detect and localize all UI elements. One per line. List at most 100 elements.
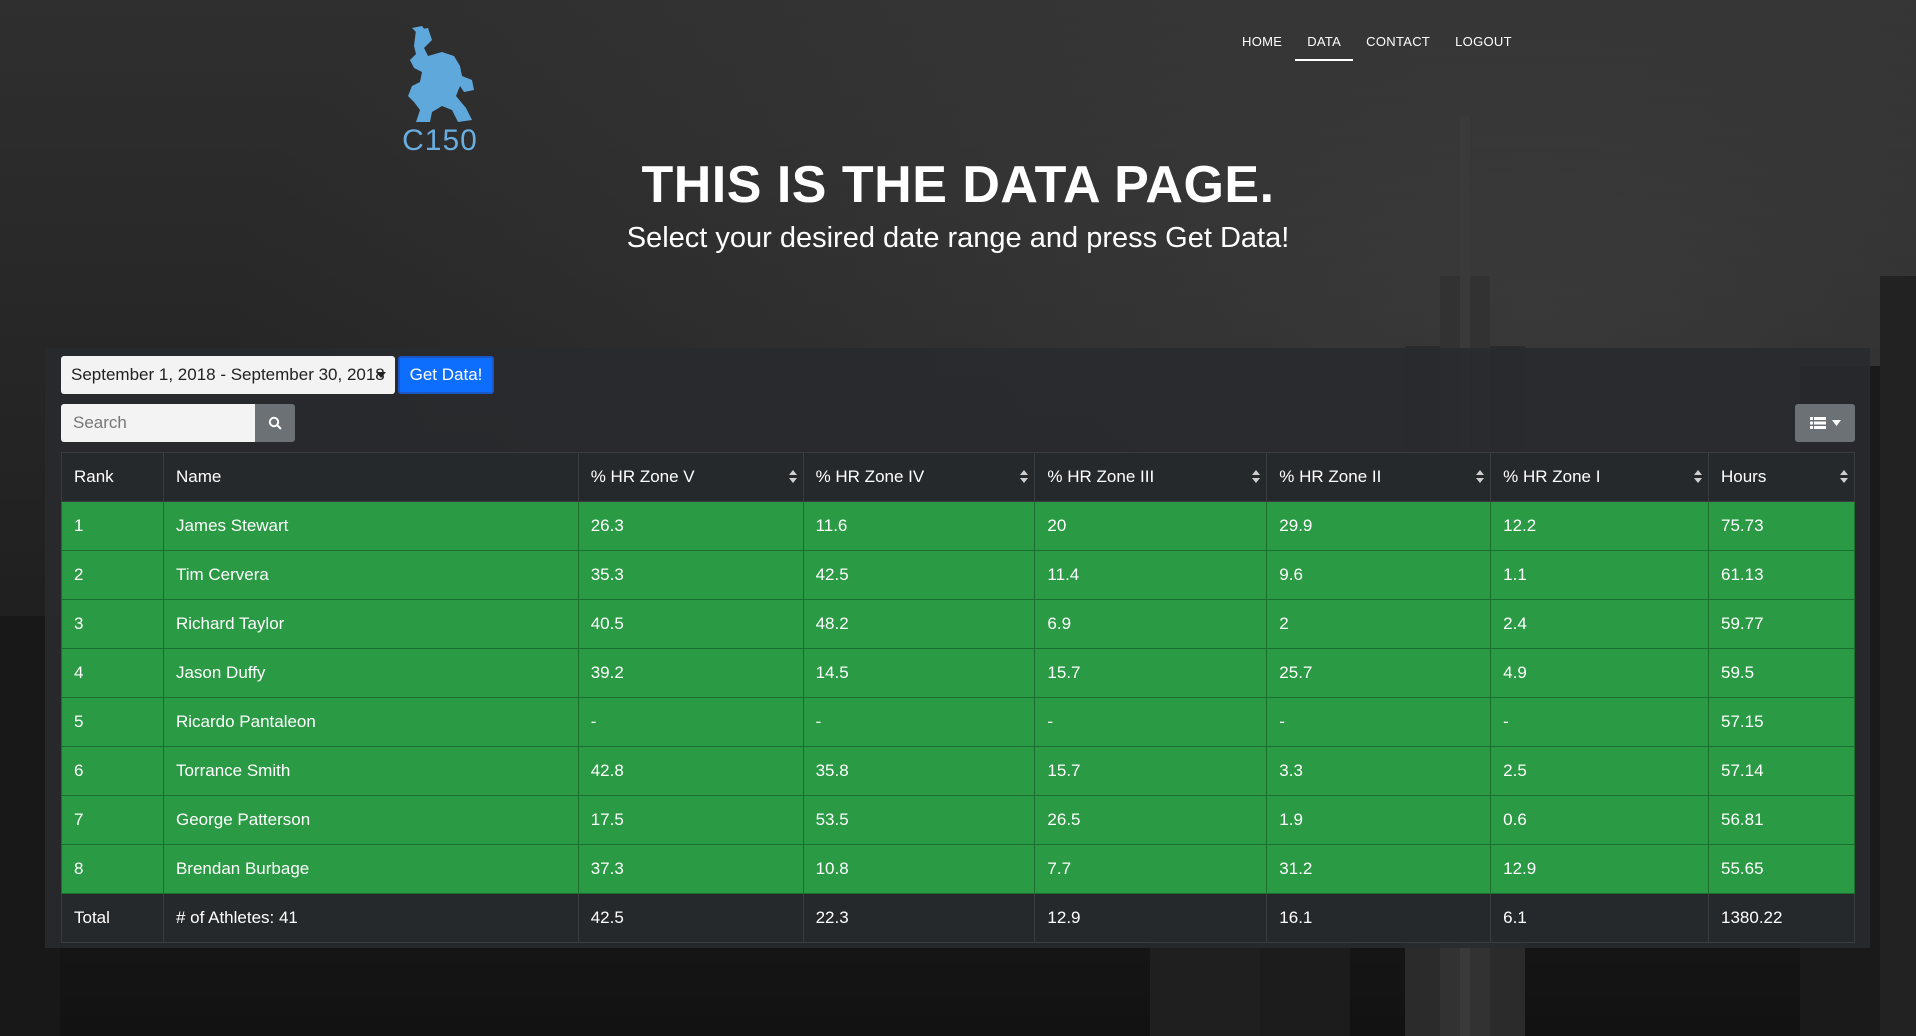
footer-hours: 1380.22: [1708, 893, 1855, 943]
cell-hours: 59.5: [1708, 648, 1855, 698]
table-row[interactable]: 1 James Stewart 26.3 11.6 20 29.9 12.2 7…: [61, 501, 1855, 551]
cell-zone-1: 12.2: [1490, 501, 1709, 551]
cell-rank: 8: [61, 844, 164, 894]
footer-zone-3: 12.9: [1034, 893, 1268, 943]
cell-zone-3: 6.9: [1034, 599, 1268, 649]
footer-zone-5: 42.5: [577, 893, 804, 943]
cell-hours: 55.65: [1708, 844, 1855, 894]
cell-zone-4: -: [802, 697, 1036, 747]
table-header-row: Rank Name % HR Zone V % HR Zone IV % HR …: [61, 452, 1855, 502]
table-row[interactable]: 3 Richard Taylor 40.5 48.2 6.9 2 2.4 59.…: [61, 599, 1855, 649]
header-zone-2[interactable]: % HR Zone II: [1266, 452, 1492, 502]
cell-name: James Stewart: [162, 501, 579, 551]
footer-zone-2: 16.1: [1266, 893, 1492, 943]
cell-zone-5: 42.8: [577, 746, 804, 796]
cell-zone-1: 12.9: [1490, 844, 1709, 894]
cell-name: George Patterson: [162, 795, 579, 845]
table-row[interactable]: 5 Ricardo Pantaleon - - - - - 57.15: [61, 697, 1855, 747]
header-zone-1[interactable]: % HR Zone I: [1490, 452, 1709, 502]
cell-hours: 61.13: [1708, 550, 1855, 600]
cell-zone-2: 31.2: [1266, 844, 1492, 894]
nav-contact[interactable]: CONTACT: [1354, 30, 1442, 61]
cell-zone-1: -: [1490, 697, 1709, 747]
cell-hours: 57.14: [1708, 746, 1855, 796]
cell-zone-5: 35.3: [577, 550, 804, 600]
cell-hours: 59.77: [1708, 599, 1855, 649]
sort-icon: [1020, 470, 1029, 484]
logo[interactable]: C150: [400, 26, 480, 161]
header-zone-4[interactable]: % HR Zone IV: [802, 452, 1036, 502]
cell-zone-5: 39.2: [577, 648, 804, 698]
sort-icon: [1840, 470, 1848, 484]
cell-zone-4: 53.5: [802, 795, 1036, 845]
cell-rank: 4: [61, 648, 164, 698]
header-zone-5[interactable]: % HR Zone V: [577, 452, 804, 502]
search-group: [61, 404, 295, 442]
date-range-value: September 1, 2018 - September 30, 2018: [71, 365, 385, 384]
cell-zone-3: -: [1034, 697, 1268, 747]
cell-zone-2: -: [1266, 697, 1492, 747]
cell-zone-1: 2.4: [1490, 599, 1709, 649]
cell-zone-1: 0.6: [1490, 795, 1709, 845]
nav-data[interactable]: DATA: [1295, 30, 1354, 61]
cell-rank: 5: [61, 697, 164, 747]
cell-name: Jason Duffy: [162, 648, 579, 698]
columns-toggle-button[interactable]: [1795, 404, 1855, 442]
footer-athlete-count: # of Athletes: 41: [162, 893, 579, 943]
list-icon: [1809, 417, 1826, 429]
cell-zone-2: 2: [1266, 599, 1492, 649]
table-row[interactable]: 4 Jason Duffy 39.2 14.5 15.7 25.7 4.9 59…: [61, 648, 1855, 698]
search-button[interactable]: [255, 404, 295, 442]
cell-zone-2: 29.9: [1266, 501, 1492, 551]
cell-zone-1: 2.5: [1490, 746, 1709, 796]
cell-zone-2: 25.7: [1266, 648, 1492, 698]
cell-name: Richard Taylor: [162, 599, 579, 649]
sort-icon: [1476, 470, 1485, 484]
cell-zone-1: 1.1: [1490, 550, 1709, 600]
cell-zone-4: 48.2: [802, 599, 1036, 649]
sort-icon: [1694, 470, 1702, 484]
sort-icon: [788, 470, 797, 484]
footer-zone-4: 22.3: [802, 893, 1036, 943]
page-title: THIS IS THE DATA PAGE.: [641, 156, 1275, 214]
cell-rank: 2: [61, 550, 164, 600]
sort-icon: [1252, 470, 1261, 484]
cell-zone-3: 20: [1034, 501, 1268, 551]
cell-name: Torrance Smith: [162, 746, 579, 796]
cell-rank: 6: [61, 746, 164, 796]
cell-rank: 3: [61, 599, 164, 649]
cell-zone-4: 35.8: [802, 746, 1036, 796]
cell-hours: 56.81: [1708, 795, 1855, 845]
cell-zone-4: 14.5: [802, 648, 1036, 698]
header-name: Name: [162, 452, 579, 502]
cell-zone-3: 7.7: [1034, 844, 1268, 894]
table-row[interactable]: 2 Tim Cervera 35.3 42.5 11.4 9.6 1.1 61.…: [61, 550, 1855, 600]
table-row[interactable]: 6 Torrance Smith 42.8 35.8 15.7 3.3 2.5 …: [61, 746, 1855, 796]
cell-zone-4: 11.6: [802, 501, 1036, 551]
cell-zone-3: 26.5: [1034, 795, 1268, 845]
cell-zone-4: 42.5: [802, 550, 1036, 600]
cell-zone-2: 3.3: [1266, 746, 1492, 796]
header-zone-3[interactable]: % HR Zone III: [1034, 452, 1268, 502]
cell-hours: 57.15: [1708, 697, 1855, 747]
cell-hours: 75.73: [1708, 501, 1855, 551]
lion-rampant-icon: [408, 26, 474, 122]
caret-down-icon: [376, 372, 386, 378]
cell-zone-5: 17.5: [577, 795, 804, 845]
nav-logout[interactable]: LOGOUT: [1443, 30, 1524, 61]
cell-name: Ricardo Pantaleon: [162, 697, 579, 747]
cell-zone-5: 26.3: [577, 501, 804, 551]
cell-zone-5: 37.3: [577, 844, 804, 894]
footer-zone-1: 6.1: [1490, 893, 1709, 943]
get-data-button[interactable]: Get Data!: [398, 356, 494, 394]
cell-zone-1: 4.9: [1490, 648, 1709, 698]
table-row[interactable]: 8 Brendan Burbage 37.3 10.8 7.7 31.2 12.…: [61, 844, 1855, 894]
cell-name: Brendan Burbage: [162, 844, 579, 894]
logo-text: C150: [402, 124, 478, 157]
date-range-picker[interactable]: September 1, 2018 - September 30, 2018: [61, 356, 395, 394]
table-row[interactable]: 7 George Patterson 17.5 53.5 26.5 1.9 0.…: [61, 795, 1855, 845]
search-input[interactable]: [61, 404, 255, 442]
cell-rank: 7: [61, 795, 164, 845]
header-hours[interactable]: Hours: [1708, 452, 1855, 502]
nav-home[interactable]: HOME: [1230, 30, 1294, 61]
